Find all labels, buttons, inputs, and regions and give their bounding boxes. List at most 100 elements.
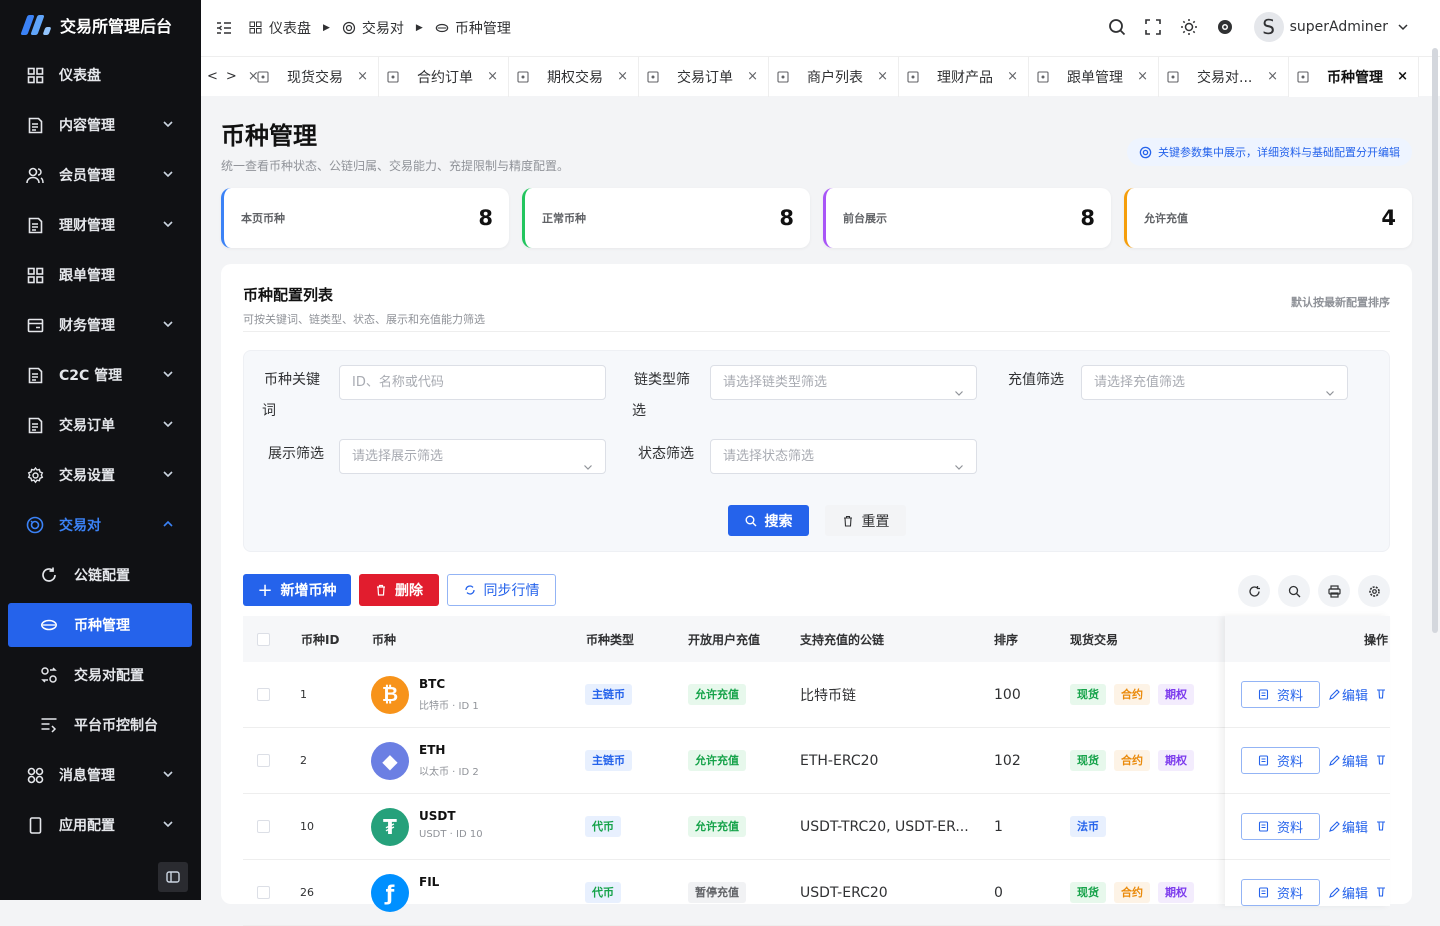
close-icon[interactable]: × [357, 69, 368, 84]
delete-button[interactable]: 删除 [359, 574, 439, 606]
search-icon[interactable] [1278, 575, 1310, 607]
tab[interactable]: 理财产品 × [899, 56, 1029, 97]
breadcrumb-item[interactable]: 交易对 [362, 18, 404, 38]
keyword-input[interactable]: ID、名称或代码 [339, 365, 606, 400]
edit-button[interactable]: 编辑 [1328, 883, 1368, 902]
stat-card: 本页币种 8 [221, 188, 509, 248]
sidebar-subitem[interactable]: 币种管理 [8, 603, 192, 647]
page-scrollbar[interactable] [1432, 48, 1438, 633]
tab[interactable]: 期权交易 × [509, 56, 639, 97]
coin-cell: ETH 以太币 · ID 2 [419, 743, 479, 778]
search-icon[interactable] [1106, 16, 1128, 38]
sidebar-item-trading-pair[interactable]: 交易对 [0, 500, 201, 550]
filter-panel: 币种关键词 ID、名称或代码 链类型筛选 请选择链类型筛选 充值筛选 请选择充值… [243, 350, 1390, 552]
trash-icon[interactable] [1376, 885, 1386, 901]
trash-icon[interactable] [1376, 687, 1386, 703]
info-button[interactable]: 资料 [1241, 747, 1320, 774]
refresh-icon [40, 566, 58, 584]
close-icon[interactable]: × [487, 69, 498, 84]
table-tools [1238, 575, 1390, 607]
row-checkbox[interactable] [257, 754, 270, 767]
breadcrumb-item[interactable]: 仪表盘 [269, 18, 311, 38]
reset-button[interactable]: 重置 [825, 505, 906, 536]
close-icon[interactable]: × [1007, 69, 1018, 84]
sidebar-item[interactable]: 内容管理 [0, 100, 201, 150]
sidebar-subitem-label: 公链配置 [74, 568, 130, 584]
tab-label: 合约订单 [417, 69, 473, 86]
row-checkbox[interactable] [257, 688, 270, 701]
print-icon[interactable] [1318, 575, 1350, 607]
display-select[interactable]: 请选择展示筛选 [339, 439, 606, 474]
coin-type-tag: 主链币 [585, 684, 632, 705]
row-checkbox[interactable] [257, 886, 270, 899]
close-icon[interactable]: × [877, 69, 888, 84]
sidebar-item[interactable]: C2C 管理 [0, 350, 201, 400]
settings-icon[interactable] [1214, 16, 1236, 38]
ops-row: 资料 编辑 [1225, 728, 1390, 794]
sidebar-item[interactable]: 交易订单 [0, 400, 201, 450]
tab[interactable]: 交易对... × [1159, 56, 1289, 97]
coin-cell: USDT USDT · ID 10 [419, 809, 483, 840]
recharge-select[interactable]: 请选择充值筛选 [1081, 365, 1348, 400]
add-coin-button[interactable]: + 新增币种 [243, 574, 351, 606]
tab[interactable]: 跟单管理 × [1029, 56, 1159, 97]
sidebar-item[interactable]: 应用配置 [0, 800, 201, 850]
info-button[interactable]: 资料 [1241, 681, 1320, 708]
sidebar-item[interactable]: 仪表盘 [0, 50, 201, 100]
sidebar-item[interactable]: 理财管理 [0, 200, 201, 250]
sidebar-item[interactable]: 交易设置 [0, 450, 201, 500]
menu-fold-icon[interactable] [215, 19, 233, 37]
sidebar-item[interactable]: 财务管理 [0, 300, 201, 350]
chain-type-select[interactable]: 请选择链类型筛选 [710, 365, 977, 400]
sidebar-item[interactable]: 跟单管理 [0, 250, 201, 300]
search-button[interactable]: 搜索 [728, 505, 809, 536]
table-row[interactable]: 2 ◆ ETH 以太币 · ID 2 主链币 允许充值 ETH-ERC20 10… [243, 728, 1390, 794]
sidebar-item[interactable]: 会员管理 [0, 150, 201, 200]
user-menu[interactable]: S superAdminer [1253, 12, 1408, 42]
tab[interactable]: 现货交易 × [249, 56, 379, 97]
chevron-left-icon[interactable]: < [207, 69, 218, 84]
close-icon[interactable]: × [1267, 69, 1278, 84]
close-icon[interactable]: × [747, 69, 758, 84]
edit-button[interactable]: 编辑 [1328, 817, 1368, 836]
close-icon[interactable]: × [617, 69, 628, 84]
column-settings-icon[interactable] [1358, 575, 1390, 607]
tab[interactable]: 币种管理 × [1289, 56, 1419, 97]
tab[interactable]: 合约订单 × [379, 56, 509, 97]
breadcrumb-item: 币种管理 [454, 21, 511, 37]
close-icon[interactable]: × [1397, 69, 1408, 84]
sidebar-subitem[interactable]: 平台币控制台 [0, 700, 201, 750]
status-select[interactable]: 请选择状态筛选 [710, 439, 977, 474]
theme-sun-icon[interactable] [1178, 16, 1200, 38]
chevron-down-icon [583, 452, 593, 470]
sidebar-subitem[interactable]: 交易对配置 [0, 650, 201, 700]
tab-label: 交易对... [1197, 69, 1253, 86]
stat-card: 允许充值 4 [1124, 188, 1412, 248]
table-row[interactable]: 26 ƒ FIL 代币 暂停充值 USDT-ERC20 0 现货 合约 期权 [243, 860, 1390, 926]
collapse-sidebar-icon[interactable] [158, 862, 188, 892]
info-button[interactable]: 资料 [1241, 879, 1320, 906]
refresh-icon[interactable] [1238, 575, 1270, 607]
sidebar-item[interactable]: 消息管理 [0, 750, 201, 800]
stat-cards: 本页币种 8 正常币种 8 前台展示 8 允许充值 4 [221, 188, 1412, 248]
table-row[interactable]: 1 ₿ BTC 比特币 · ID 1 主链币 允许充值 比特币链 100 现货合… [243, 662, 1390, 728]
trash-icon[interactable] [1376, 819, 1386, 835]
select-all-checkbox[interactable] [257, 632, 270, 646]
app-logo[interactable]: 交易所管理后台 [0, 0, 201, 50]
edit-button[interactable]: 编辑 [1328, 685, 1368, 704]
fullscreen-icon[interactable] [1142, 16, 1164, 38]
edit-icon [1328, 886, 1340, 899]
tab[interactable]: 商户列表 × [769, 56, 899, 97]
card-header: 币种配置列表 可按关键词、链类型、状态、展示和充值能力筛选 默认按最新配置排序 [243, 264, 1390, 332]
trash-icon[interactable] [1376, 753, 1386, 769]
close-icon[interactable]: × [1137, 69, 1148, 84]
info-button[interactable]: 资料 [1241, 813, 1320, 840]
row-checkbox[interactable] [257, 820, 270, 833]
sidebar-subitem[interactable]: 公链配置 [0, 550, 201, 600]
edit-button[interactable]: 编辑 [1328, 751, 1368, 770]
tab[interactable]: 交易订单 × [639, 56, 769, 97]
avatar[interactable]: S [1253, 12, 1284, 42]
table-row[interactable]: 10 ₮ USDT USDT · ID 10 代币 允许充值 USDT-TRC2… [243, 794, 1390, 860]
chevron-right-icon[interactable]: > [226, 69, 237, 84]
sync-market-button[interactable]: 同步行情 [447, 574, 556, 606]
